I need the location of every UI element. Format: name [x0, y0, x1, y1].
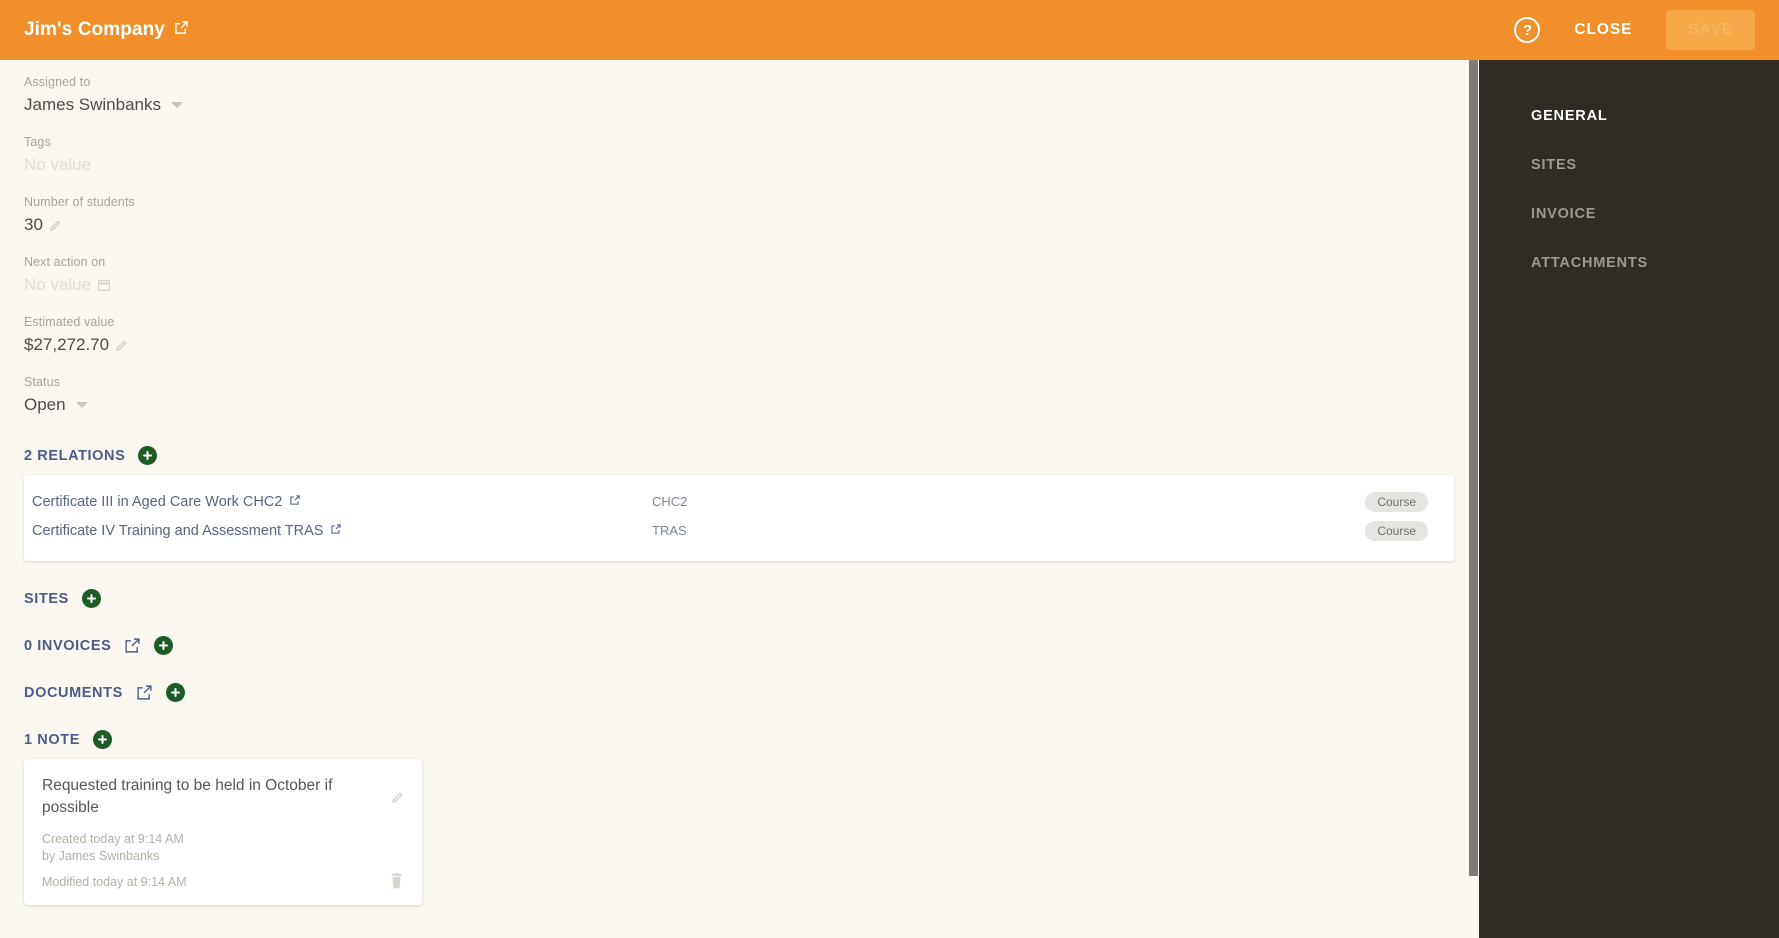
- field-label: Number of students: [24, 195, 135, 209]
- documents-section-header: DOCUMENTS: [24, 683, 1479, 702]
- field-value[interactable]: James Swinbanks: [24, 92, 1479, 118]
- status-value: Open: [24, 395, 66, 414]
- note-modified: Modified today at 9:14 AM: [42, 875, 187, 889]
- header-actions: ? CLOSE SAVE: [1514, 10, 1755, 50]
- number-of-students-value: 30: [24, 215, 43, 234]
- note-title-row[interactable]: Requested training to be held in October…: [42, 775, 404, 819]
- relation-type-badge: Course: [1365, 520, 1428, 541]
- right-nav-sidebar: GENERAL SITES INVOICE ATTACHMENTS: [1479, 60, 1779, 938]
- sidebar-item-invoice[interactable]: INVOICE: [1531, 206, 1779, 222]
- invoices-section-header: 0 INVOICES: [24, 636, 1479, 655]
- sites-title: SITES: [24, 590, 69, 607]
- relations-table: Certificate III in Aged Care Work CHC2 C…: [24, 475, 1454, 561]
- relation-name: Certificate III in Aged Care Work CHC2: [32, 493, 283, 510]
- note-author: by James Swinbanks: [42, 849, 160, 863]
- close-button[interactable]: CLOSE: [1568, 13, 1638, 47]
- opportunity-edit-window: Jim's Company ? CLOSE SAVE Assigned to J…: [0, 0, 1779, 938]
- sidebar-item-general[interactable]: GENERAL: [1531, 108, 1779, 124]
- field-assigned-to: Assigned to James Swinbanks: [24, 72, 1479, 118]
- note-card: Requested training to be held in October…: [24, 759, 422, 905]
- notes-section-header: 1 NOTE: [24, 730, 1479, 749]
- field-value[interactable]: 30: [24, 212, 1479, 238]
- table-row[interactable]: Certificate III in Aged Care Work CHC2 C…: [24, 487, 1454, 516]
- general-tab-content: Assigned to James Swinbanks Tags No valu…: [0, 60, 1479, 938]
- add-invoice-button[interactable]: [154, 636, 174, 655]
- sidebar-item-attachments[interactable]: ATTACHMENTS: [1531, 255, 1779, 271]
- tags-value: No value: [24, 155, 92, 174]
- open-documents-external-link-icon[interactable]: [136, 684, 153, 701]
- save-button[interactable]: SAVE: [1666, 10, 1755, 50]
- field-label: Assigned to: [24, 75, 91, 89]
- relations-title: 2 RELATIONS: [24, 447, 126, 464]
- field-estimated-value: Estimated value $27,272.70: [24, 312, 1479, 358]
- add-site-button[interactable]: [81, 589, 101, 608]
- sidebar-item-sites[interactable]: SITES: [1531, 157, 1779, 173]
- field-value[interactable]: $27,272.70: [24, 332, 1479, 358]
- external-link-icon[interactable]: [174, 20, 189, 40]
- open-invoices-external-link-icon[interactable]: [124, 637, 141, 654]
- chevron-down-icon[interactable]: [75, 402, 88, 408]
- trash-icon[interactable]: [389, 873, 404, 889]
- help-circle-icon[interactable]: ?: [1514, 17, 1541, 43]
- field-label: Status: [24, 375, 61, 389]
- window-body: Assigned to James Swinbanks Tags No valu…: [0, 60, 1779, 938]
- estimated-value-value: $27,272.70: [24, 335, 110, 354]
- sites-section-header: SITES: [24, 589, 1479, 608]
- relation-name-cell[interactable]: Certificate IV Training and Assessment T…: [32, 523, 652, 539]
- field-next-action-on: Next action on No value: [24, 252, 1479, 298]
- pencil-icon[interactable]: [49, 219, 62, 232]
- field-value[interactable]: Open: [24, 392, 1479, 418]
- add-document-button[interactable]: [165, 683, 185, 702]
- field-number-of-students: Number of students 30: [24, 192, 1479, 238]
- page-title: Jim's Company: [24, 19, 165, 40]
- documents-title: DOCUMENTS: [24, 684, 123, 701]
- field-value[interactable]: No value: [24, 272, 1479, 298]
- relations-section-header: 2 RELATIONS: [24, 446, 1479, 465]
- notes-title: 1 NOTE: [24, 731, 80, 748]
- field-label: Next action on: [24, 255, 106, 269]
- invoices-title: 0 INVOICES: [24, 637, 112, 654]
- relation-name: Certificate IV Training and Assessment T…: [32, 522, 324, 539]
- relation-type-badge: Course: [1365, 491, 1428, 512]
- note-created: Created today at 9:14 AM: [42, 832, 184, 846]
- field-tags: Tags No value: [24, 132, 1479, 178]
- next-action-on-value: No value: [24, 275, 92, 294]
- external-link-icon[interactable]: [289, 494, 301, 510]
- assigned-to-value: James Swinbanks: [24, 95, 162, 114]
- relation-name-cell[interactable]: Certificate III in Aged Care Work CHC2: [32, 494, 652, 510]
- relation-code-cell: TRAS: [652, 523, 687, 538]
- main-scrollbar-thumb[interactable]: [1469, 60, 1478, 876]
- add-note-button[interactable]: [92, 730, 112, 749]
- window-title-group[interactable]: Jim's Company: [24, 19, 189, 41]
- relation-code-cell: CHC2: [652, 494, 688, 509]
- calendar-icon[interactable]: [97, 278, 111, 292]
- table-row[interactable]: Certificate IV Training and Assessment T…: [24, 516, 1454, 545]
- field-label: Tags: [24, 135, 51, 149]
- field-value[interactable]: No value: [24, 152, 1479, 178]
- window-header: Jim's Company ? CLOSE SAVE: [0, 0, 1779, 60]
- field-status: Status Open: [24, 372, 1479, 418]
- note-text: Requested training to be held in October…: [42, 777, 333, 816]
- field-label: Estimated value: [24, 315, 115, 329]
- main-scrollbar-track[interactable]: [1468, 60, 1479, 938]
- add-relation-button[interactable]: [138, 446, 158, 465]
- pencil-icon[interactable]: [391, 791, 404, 804]
- chevron-down-icon[interactable]: [171, 102, 184, 108]
- pencil-icon[interactable]: [115, 339, 128, 352]
- external-link-icon[interactable]: [330, 523, 342, 539]
